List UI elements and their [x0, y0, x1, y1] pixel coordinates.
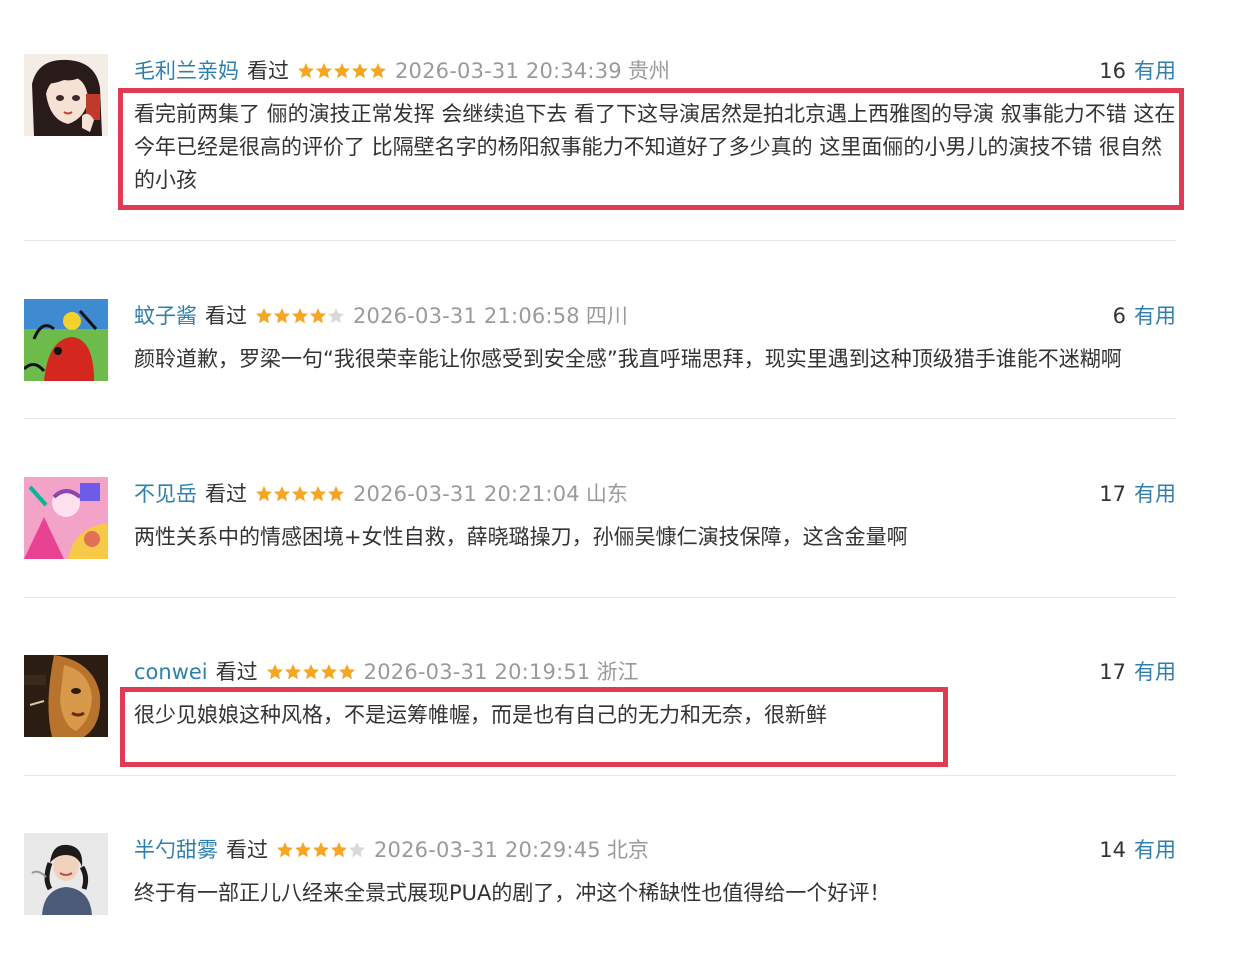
useful-button[interactable]: 有用 — [1134, 838, 1176, 862]
star-filled-icon — [292, 308, 308, 324]
star-filled-icon — [310, 486, 326, 502]
username-link[interactable]: 半勺甜雾 — [134, 838, 218, 862]
star-empty-icon — [328, 308, 344, 324]
star-filled-icon — [331, 842, 347, 858]
star-filled-icon — [266, 664, 283, 680]
comment-time: 2026-03-31 20:34:39 — [395, 59, 622, 83]
comment-text: 两性关系中的情感困境+女性自救，薛晓璐操刀，孙俪吴慷仁演技保障，这含金量啊 — [134, 525, 908, 549]
star-filled-icon — [256, 308, 272, 324]
star-filled-icon — [274, 308, 290, 324]
avatar-image-abstract-art — [24, 299, 108, 381]
comment-meta: 蚊子酱 看过 2026-03-31 21:06:58 四川 — [134, 301, 628, 331]
star-filled-icon — [298, 63, 314, 79]
avatar-image-painted-face — [24, 655, 108, 737]
vote-count: 6 — [1112, 304, 1126, 328]
comment-meta: 半勺甜雾 看过 2026-03-31 20:29:45 北京 — [134, 835, 649, 865]
watched-label: 看过 — [205, 482, 247, 506]
comment-location: 浙江 — [596, 660, 639, 684]
vote-area: 14 有用 — [1099, 835, 1176, 865]
vote-count: 17 — [1099, 482, 1126, 506]
watched-label: 看过 — [215, 660, 258, 684]
star-filled-icon — [284, 664, 301, 680]
avatar[interactable] — [24, 477, 108, 559]
divider — [24, 775, 1176, 776]
comment-time: 2026-03-31 21:06:58 — [353, 304, 580, 328]
star-rating — [276, 837, 366, 858]
star-filled-icon — [352, 63, 368, 79]
star-filled-icon — [310, 308, 326, 324]
useful-button[interactable]: 有用 — [1134, 304, 1176, 328]
avatar-image-colorful-illustration — [24, 477, 108, 559]
star-filled-icon — [328, 486, 344, 502]
star-rating — [255, 303, 345, 324]
vote-area: 16 有用 — [1099, 56, 1176, 86]
comment-location: 山东 — [585, 482, 628, 506]
divider — [24, 240, 1176, 241]
avatar[interactable] — [24, 299, 108, 381]
comment-location: 四川 — [585, 304, 628, 328]
vote-count: 16 — [1099, 59, 1126, 83]
vote-count: 17 — [1099, 660, 1126, 684]
avatar-image-woman-photo — [24, 833, 108, 915]
highlight-box — [118, 88, 1184, 210]
divider — [24, 597, 1176, 598]
star-filled-icon — [292, 486, 308, 502]
star-filled-icon — [295, 842, 311, 858]
username-link[interactable]: 不见岳 — [134, 482, 197, 506]
useful-button[interactable]: 有用 — [1134, 59, 1176, 83]
star-rating — [297, 58, 387, 79]
comment-text: 终于有一部正儿八经来全景式展现PUA的剧了，冲这个稀缺性也值得给一个好评！ — [134, 881, 891, 905]
username-link[interactable]: 蚊子酱 — [134, 304, 197, 328]
avatar[interactable] — [24, 54, 108, 136]
star-filled-icon — [256, 486, 272, 502]
watched-label: 看过 — [205, 304, 247, 328]
avatar[interactable] — [24, 833, 108, 915]
star-filled-icon — [316, 63, 332, 79]
star-filled-icon — [334, 63, 350, 79]
divider — [24, 418, 1176, 419]
watched-label: 看过 — [226, 838, 268, 862]
star-rating — [255, 481, 345, 502]
useful-button[interactable]: 有用 — [1134, 660, 1176, 684]
username-link[interactable]: conwei — [134, 660, 208, 684]
comment-time: 2026-03-31 20:19:51 — [363, 660, 591, 684]
vote-area: 17 有用 — [1099, 657, 1176, 687]
vote-count: 14 — [1099, 838, 1126, 862]
vote-area: 6 有用 — [1113, 301, 1176, 331]
star-filled-icon — [302, 664, 319, 680]
comment-location: 北京 — [606, 838, 649, 862]
avatar-image-anime-girl — [24, 54, 108, 136]
vote-area: 17 有用 — [1099, 479, 1176, 509]
comment-list: 毛利兰亲妈 看过 2026-03-31 20:34:39 贵州 16 有用 看完前两集了… — [0, 0, 1242, 954]
comment-text: 颜聆道歉，罗梁一句“我很荣幸能让你感受到安全感”我直呼瑞思拜，现实里遇到这种顶级… — [134, 347, 1122, 371]
watched-label: 看过 — [247, 59, 289, 83]
comment-meta: conwei 看过 2026-03-31 20:19:51 浙江 — [134, 657, 638, 687]
comment-meta: 不见岳 看过 2026-03-31 20:21:04 山东 — [134, 479, 628, 509]
star-filled-icon — [370, 63, 386, 79]
highlight-box — [120, 687, 948, 767]
star-filled-icon — [338, 664, 355, 680]
avatar[interactable] — [24, 655, 108, 737]
star-filled-icon — [320, 664, 337, 680]
star-empty-icon — [349, 842, 365, 858]
star-rating — [266, 659, 356, 680]
useful-button[interactable]: 有用 — [1134, 482, 1176, 506]
comment-location: 贵州 — [627, 59, 670, 83]
star-filled-icon — [277, 842, 293, 858]
star-filled-icon — [274, 486, 290, 502]
comment-time: 2026-03-31 20:21:04 — [353, 482, 580, 506]
username-link[interactable]: 毛利兰亲妈 — [134, 59, 239, 83]
comment-meta: 毛利兰亲妈 看过 2026-03-31 20:34:39 贵州 — [134, 56, 670, 86]
comment-time: 2026-03-31 20:29:45 — [374, 838, 601, 862]
star-filled-icon — [313, 842, 329, 858]
